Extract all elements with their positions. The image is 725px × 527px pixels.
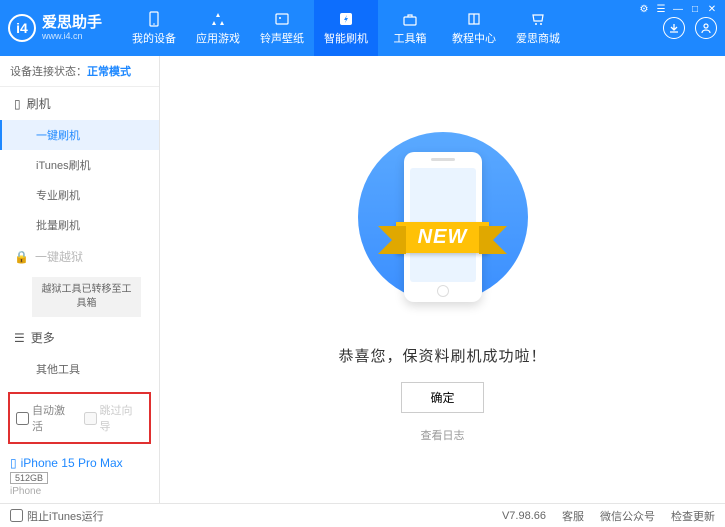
logo-icon: i4 bbox=[8, 14, 36, 42]
device-name[interactable]: ▯iPhone 15 Pro Max bbox=[10, 456, 149, 470]
new-ribbon: NEW bbox=[396, 222, 490, 253]
nav-store[interactable]: 爱思商城 bbox=[506, 0, 570, 56]
skip-guide-checkbox[interactable]: 跳过向导 bbox=[84, 402, 144, 434]
options-highlighted: 自动激活 跳过向导 bbox=[8, 392, 151, 444]
phone-small-icon: ▯ bbox=[14, 97, 21, 111]
device-info: ▯iPhone 15 Pro Max 512GB iPhone bbox=[0, 450, 159, 503]
success-illustration: NEW bbox=[353, 127, 533, 327]
device-type: iPhone bbox=[10, 486, 149, 497]
menu-batch-flash[interactable]: 批量刷机 bbox=[0, 210, 159, 240]
menu-download-firmware[interactable]: 下载固件 bbox=[0, 384, 159, 386]
app-url: www.i4.cn bbox=[42, 31, 102, 41]
wechat-link[interactable]: 微信公众号 bbox=[600, 508, 655, 524]
user-button[interactable] bbox=[695, 17, 717, 39]
window-controls: ⚙ ☰ — □ ✕ bbox=[637, 3, 719, 15]
apps-icon bbox=[209, 10, 227, 28]
list-icon: ☰ bbox=[14, 331, 25, 345]
nav-ringtones[interactable]: 铃声壁纸 bbox=[250, 0, 314, 56]
header-actions bbox=[663, 17, 717, 39]
ok-button[interactable]: 确定 bbox=[401, 382, 483, 413]
menu-pro-flash[interactable]: 专业刷机 bbox=[0, 180, 159, 210]
settings-icon[interactable]: ⚙ bbox=[637, 3, 651, 15]
nav-my-device[interactable]: 我的设备 bbox=[122, 0, 186, 56]
check-update-link[interactable]: 检查更新 bbox=[671, 508, 715, 524]
view-log-link[interactable]: 查看日志 bbox=[421, 427, 465, 443]
app-logo: i4 爱思助手 www.i4.cn bbox=[8, 14, 102, 42]
device-storage: 512GB bbox=[10, 472, 48, 484]
nav-smart-flash[interactable]: 智能刷机 bbox=[314, 0, 378, 56]
lock-icon: 🔒 bbox=[14, 250, 29, 264]
main-content: NEW 恭喜您，保资料刷机成功啦！ 确定 查看日志 bbox=[160, 56, 725, 503]
sidebar-menu: ▯刷机 一键刷机 iTunes刷机 专业刷机 批量刷机 🔒一键越狱 越狱工具已转… bbox=[0, 87, 159, 386]
device-status: 设备连接状态：正常模式 bbox=[0, 56, 159, 87]
group-flash[interactable]: ▯刷机 bbox=[0, 87, 159, 120]
success-message: 恭喜您，保资料刷机成功啦！ bbox=[338, 345, 546, 366]
book-icon bbox=[465, 10, 483, 28]
minimize-icon[interactable]: — bbox=[671, 3, 685, 15]
main-nav: 我的设备 应用游戏 铃声壁纸 智能刷机 工具箱 教程中心 爱思商城 bbox=[122, 0, 663, 56]
nav-toolbox[interactable]: 工具箱 bbox=[378, 0, 442, 56]
flash-icon bbox=[337, 10, 355, 28]
download-button[interactable] bbox=[663, 17, 685, 39]
image-icon bbox=[273, 10, 291, 28]
group-more[interactable]: ☰更多 bbox=[0, 321, 159, 354]
group-jailbreak: 🔒一键越狱 bbox=[0, 240, 159, 273]
footer: 阻止iTunes运行 V7.98.66 客服 微信公众号 检查更新 bbox=[0, 503, 725, 527]
version-label: V7.98.66 bbox=[502, 510, 546, 522]
customer-service-link[interactable]: 客服 bbox=[562, 508, 584, 524]
menu-other-tools[interactable]: 其他工具 bbox=[0, 354, 159, 384]
nav-apps-games[interactable]: 应用游戏 bbox=[186, 0, 250, 56]
cart-icon bbox=[529, 10, 547, 28]
nav-tutorials[interactable]: 教程中心 bbox=[442, 0, 506, 56]
app-name: 爱思助手 bbox=[42, 15, 102, 32]
auto-activate-checkbox[interactable]: 自动激活 bbox=[16, 402, 76, 434]
menu-itunes-flash[interactable]: iTunes刷机 bbox=[0, 150, 159, 180]
status-value: 正常模式 bbox=[87, 66, 131, 78]
sidebar: 设备连接状态：正常模式 ▯刷机 一键刷机 iTunes刷机 专业刷机 批量刷机 … bbox=[0, 56, 160, 503]
phone-icon bbox=[145, 10, 163, 28]
block-itunes-checkbox[interactable]: 阻止iTunes运行 bbox=[10, 508, 104, 524]
jailbreak-moved-notice: 越狱工具已转移至工具箱 bbox=[32, 277, 141, 317]
toolbox-icon bbox=[401, 10, 419, 28]
menu-icon[interactable]: ☰ bbox=[654, 3, 668, 15]
maximize-icon[interactable]: □ bbox=[688, 3, 702, 15]
app-header: ⚙ ☰ — □ ✕ i4 爱思助手 www.i4.cn 我的设备 应用游戏 铃声… bbox=[0, 0, 725, 56]
close-icon[interactable]: ✕ bbox=[705, 3, 719, 15]
menu-oneclick-flash[interactable]: 一键刷机 bbox=[0, 120, 159, 150]
device-icon: ▯ bbox=[10, 456, 17, 470]
